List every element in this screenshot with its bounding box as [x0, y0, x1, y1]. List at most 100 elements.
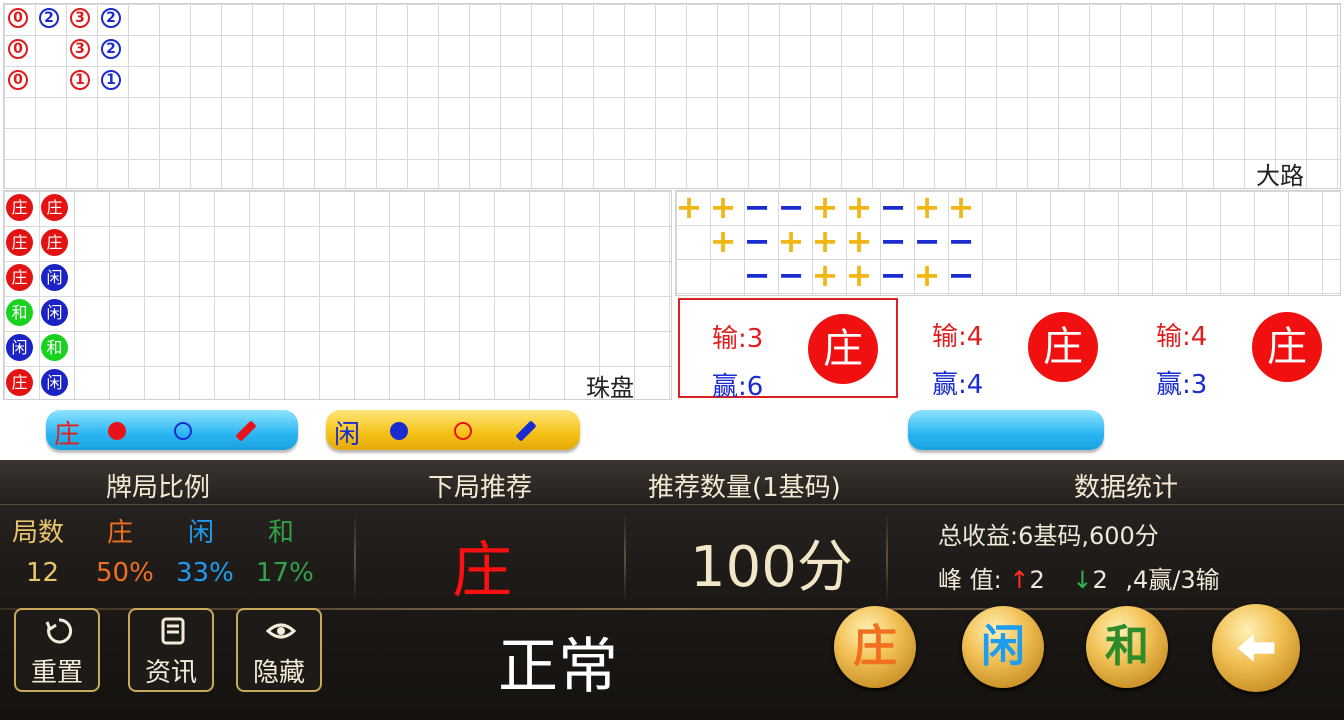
- bet-banker-button[interactable]: 庄: [834, 606, 916, 688]
- lose-count: 输:3: [712, 324, 764, 354]
- total-profit: 总收益:6基码,600分: [938, 522, 1159, 550]
- document-icon: [161, 617, 185, 645]
- prediction-card[interactable]: 输:4 赢:4 庄: [900, 298, 1120, 400]
- minus-mark: −: [879, 222, 907, 260]
- bet-tie-button[interactable]: 和: [1086, 606, 1168, 688]
- minus-mark: −: [743, 188, 771, 226]
- bead-entry: 闲: [41, 369, 68, 396]
- peak-up: 2: [1029, 566, 1045, 594]
- minus-mark: −: [913, 222, 941, 260]
- reset-button[interactable]: 重置: [14, 608, 100, 692]
- bead-entry: 庄: [6, 264, 33, 291]
- big-road-entry: 3: [70, 39, 90, 59]
- peak-down: 2: [1092, 566, 1108, 594]
- big-road-entry: 1: [70, 70, 90, 90]
- player-predict-label: 闲: [334, 420, 361, 450]
- big-road-entry: 3: [70, 8, 90, 28]
- prediction-card[interactable]: 输:3 赢:6 庄: [678, 298, 898, 402]
- plus-mark: +: [811, 222, 839, 260]
- banker-percent: 50%: [96, 558, 154, 588]
- win-count: 赢:3: [1156, 370, 1208, 400]
- next-round-header: 下局推荐: [428, 473, 533, 503]
- big-road: [3, 3, 1341, 189]
- peak-row: 峰 值: ↑2 ↓2 ,4赢/3输: [938, 560, 1220, 595]
- minus-mark: −: [947, 222, 975, 260]
- bead-entry: 庄: [6, 194, 33, 221]
- peak-tail: ,4赢/3输: [1125, 566, 1220, 594]
- plus-mark: +: [811, 256, 839, 294]
- plus-mark: +: [913, 188, 941, 226]
- panel-header: 牌局比例 下局推荐 推荐数量(1基码) 数据统计: [0, 460, 1344, 505]
- minus-mark: −: [743, 256, 771, 294]
- banker-coin: 庄: [808, 314, 878, 384]
- plus-mark: +: [811, 188, 839, 226]
- divider: [354, 512, 356, 602]
- back-button[interactable]: [1212, 604, 1300, 692]
- big-road-entry: 0: [8, 8, 28, 28]
- hide-button[interactable]: 隐藏: [236, 608, 322, 692]
- divider: [886, 512, 888, 602]
- count-label: 局数: [12, 518, 65, 548]
- win-count: 赢:4: [932, 370, 984, 400]
- lose-count: 输:4: [932, 322, 984, 352]
- prediction-card[interactable]: 输:4 赢:3 庄: [1124, 298, 1344, 400]
- bead-entry: 庄: [41, 194, 68, 221]
- divider: [624, 512, 626, 602]
- filled-dot-icon: [390, 422, 408, 440]
- big-road-entry: 2: [101, 39, 121, 59]
- hollow-dot-icon: [174, 422, 192, 440]
- big-road-entry: 2: [101, 8, 121, 28]
- blank-action-button[interactable]: [908, 410, 1104, 450]
- bead-entry: 闲: [41, 299, 68, 326]
- news-label: 资讯: [144, 658, 197, 688]
- plus-mark: +: [777, 222, 805, 260]
- news-button[interactable]: 资讯: [128, 608, 214, 692]
- lose-count: 输:4: [1156, 322, 1208, 352]
- recommended-amount: 100分: [690, 535, 853, 600]
- banker-coin: 庄: [1252, 312, 1322, 382]
- bead-entry: 庄: [6, 229, 33, 256]
- minus-mark: −: [777, 256, 805, 294]
- bead-entry: 闲: [41, 264, 68, 291]
- amount-header: 推荐数量(1基码): [648, 473, 841, 503]
- eye-icon: [266, 623, 296, 639]
- big-road-entry: 0: [8, 70, 28, 90]
- hollow-dot-icon: [454, 422, 472, 440]
- player-predict-button[interactable]: 闲: [326, 410, 580, 450]
- arrow-left-icon: [1237, 634, 1275, 662]
- big-road-entry: 1: [101, 70, 121, 90]
- bead-entry: 和: [6, 299, 33, 326]
- banker-coin: 庄: [1028, 312, 1098, 382]
- banker-predict-button[interactable]: 庄: [46, 410, 298, 450]
- big-road-label: 大路: [1256, 162, 1304, 190]
- minus-mark: −: [879, 188, 907, 226]
- hide-label: 隐藏: [252, 658, 305, 688]
- plus-mark: +: [709, 222, 737, 260]
- banker-label: 庄: [107, 518, 134, 548]
- bet-player-button[interactable]: 闲: [962, 606, 1044, 688]
- arrow-down-icon: ↓: [1072, 566, 1093, 594]
- reset-icon: [45, 618, 73, 644]
- plus-mark: +: [675, 188, 703, 226]
- bead-entry: 庄: [41, 229, 68, 256]
- reset-label: 重置: [30, 658, 83, 688]
- bead-plate-label: 珠盘: [586, 374, 634, 402]
- plus-mark: +: [947, 188, 975, 226]
- stats-header: 数据统计: [1074, 473, 1179, 503]
- minus-mark: −: [947, 256, 975, 294]
- mode-status: 正常: [498, 632, 618, 702]
- win-count: 赢:6: [712, 372, 764, 402]
- minus-mark: −: [777, 188, 805, 226]
- slash-icon: [515, 420, 537, 442]
- arrow-up-icon: ↑: [1009, 566, 1030, 594]
- peak-label: 峰 值:: [938, 566, 1002, 594]
- bead-entry: 庄: [6, 369, 33, 396]
- tie-label: 和: [268, 518, 295, 548]
- bead-entry: 和: [41, 334, 68, 361]
- plus-mark: +: [845, 256, 873, 294]
- big-road-entry: 0: [8, 39, 28, 59]
- big-road-entry: 2: [39, 8, 59, 28]
- slash-icon: [235, 420, 257, 442]
- plus-mark: +: [913, 256, 941, 294]
- ratio-header: 牌局比例: [106, 473, 211, 503]
